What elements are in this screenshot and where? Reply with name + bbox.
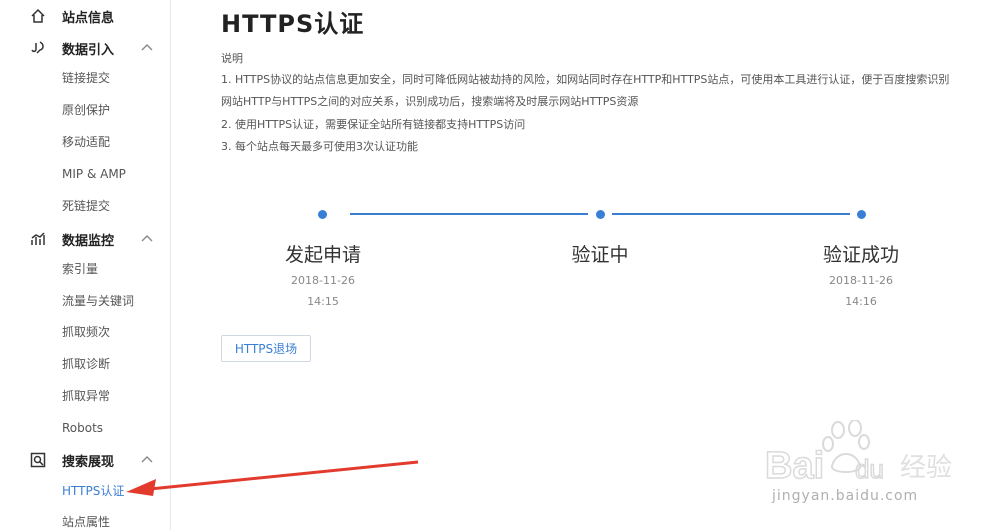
https-exit-button[interactable]: HTTPS退场 [221,335,311,362]
sidebar-item-traffic-keywords[interactable]: 流量与关键词 [62,291,134,311]
step-connector [350,213,588,215]
sidebar-item-robots[interactable]: Robots [62,418,103,438]
description-line-1-cont: 网站HTTP与HTTPS之间的对应关系，识别成功后，搜索端将及时展示网站HTTP… [221,95,639,108]
description-heading: 说明 [221,52,243,65]
chevron-up-icon [141,44,153,51]
sidebar-group-label: 数据引入 [62,42,115,58]
sidebar-item-mobile-adapt[interactable]: 移动适配 [62,132,110,152]
sidebar-item-original-protect[interactable]: 原创保护 [62,100,110,120]
description-line-3: 3. 每个站点每天最多可使用3次认证功能 [221,140,418,153]
chevron-up-icon [141,456,153,463]
sidebar-item-index-count[interactable]: 索引量 [62,259,98,279]
page-title: HTTPS认证 [221,10,365,38]
sidebar-item-link-submit[interactable]: 链接提交 [62,68,110,88]
svg-text:经验: 经验 [900,453,952,483]
sidebar-item-crawl-error[interactable]: 抓取异常 [62,386,110,406]
sidebar-group-data-monitor[interactable]: 数据监控 [0,224,170,254]
sidebar-item-https-auth[interactable]: HTTPS认证 [62,481,124,501]
step-title: 发起申请 [284,244,362,266]
sidebar-group-label: 搜索展现 [62,454,115,470]
step-date: 2018-11-26 [291,274,355,287]
sidebar: 站点信息 数据引入 链接提交 原创保护 移动适配 MIP & AMP 死链提交 … [0,0,171,530]
sidebar-item-crawl-diagnosis[interactable]: 抓取诊断 [62,354,110,374]
sidebar-group-label: 数据监控 [62,233,115,249]
step-time: 14:15 [307,295,339,308]
step-connector [612,213,850,215]
sidebar-item-site-attributes[interactable]: 站点属性 [62,512,110,532]
step-time: 14:16 [845,295,877,308]
step-title: 验证成功 [822,244,900,266]
step-dot [318,210,327,219]
sidebar-group-search-display[interactable]: 搜索展现 [0,445,170,475]
sidebar-group-site-info[interactable]: 站点信息 [0,1,170,31]
data-monitor-icon [31,232,45,245]
sidebar-group-data-import[interactable]: 数据引入 [0,33,170,63]
sidebar-item-mip-amp[interactable]: MIP & AMP [62,164,126,184]
sidebar-item-dead-link[interactable]: 死链提交 [62,196,110,216]
svg-text:du: du [855,454,884,484]
sidebar-group-label: 站点信息 [62,10,115,26]
chevron-up-icon [141,235,153,242]
step-title: 验证中 [571,244,629,266]
progress-steps: 发起申请 2018-11-26 14:15 验证中 验证成功 2018-11-2… [221,200,1000,320]
baidu-watermark-logo: Bai du 经验 [764,420,952,488]
sidebar-item-crawl-frequency[interactable]: 抓取频次 [62,322,110,342]
step-date: 2018-11-26 [829,274,893,287]
step-dot [857,210,866,219]
home-icon [31,8,45,23]
description-line-1: 1. HTTPS协议的站点信息更加安全，同时可降低网站被劫持的风险，如网站同时存… [221,73,950,86]
data-import-icon [31,41,44,54]
description-line-2: 2. 使用HTTPS认证，需要保证全站所有链接都支持HTTPS访问 [221,118,526,131]
step-dot [596,210,605,219]
svg-text:Bai: Bai [765,445,824,487]
search-display-icon [30,452,46,468]
watermark-url: jingyan.baidu.com [772,488,919,504]
